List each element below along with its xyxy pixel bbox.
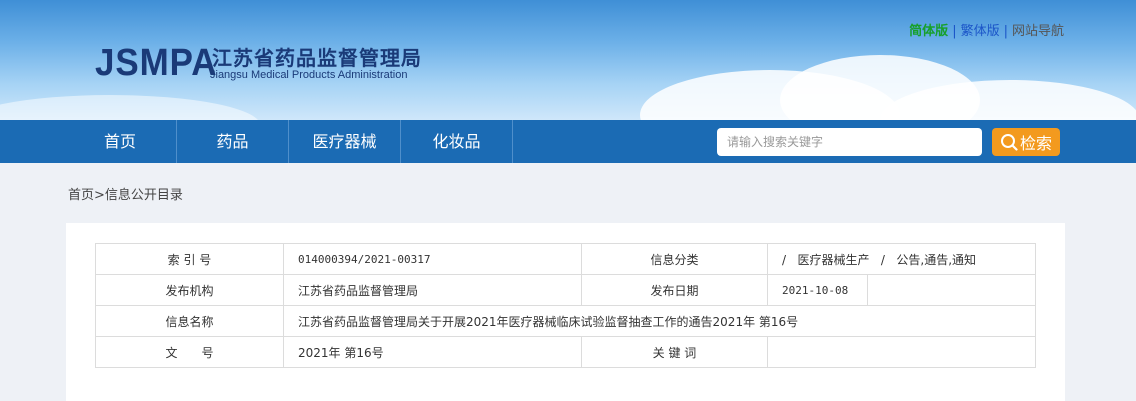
date-empty-cell (866, 274, 1037, 306)
nav-item-home[interactable]: 首页 (64, 120, 176, 163)
search-input[interactable] (717, 128, 982, 156)
info-table: 索 引 号 014000394/2021-00317 信息分类 / 医疗器械生产… (95, 243, 1037, 368)
nav-divider (512, 120, 513, 163)
index-value: 014000394/2021-00317 (283, 243, 582, 275)
category-value: / 医疗器械生产 / 公告,通告,通知 (766, 243, 1037, 275)
name-label: 信息名称 (95, 305, 284, 337)
header-banner: JSMPA 江苏省药品监督管理局 Jiangsu Medical Product… (0, 0, 1136, 120)
search-button-label: 检索 (1019, 134, 1052, 153)
table-row: 索 引 号 014000394/2021-00317 信息分类 / 医疗器械生产… (95, 243, 1037, 275)
date-value: 2021-10-08 (767, 274, 868, 306)
nav-item-medical-devices[interactable]: 医疗器械 (289, 120, 400, 163)
site-logo-title[interactable]: 江苏省药品监督管理局 (212, 42, 422, 71)
keywords-label: 关 键 词 (581, 336, 768, 368)
top-links: 简体版 | 繁体版 | 网站导航 (909, 20, 1064, 39)
publisher-value: 江苏省药品监督管理局 (283, 274, 582, 306)
keywords-value (766, 336, 1037, 368)
traditional-link[interactable]: 繁体版 (961, 20, 1000, 39)
nav-item-cosmetics[interactable]: 化妆品 (401, 120, 512, 163)
publisher-label: 发布机构 (95, 274, 284, 306)
sitemap-link[interactable]: 网站导航 (1012, 20, 1064, 39)
date-label: 发布日期 (581, 274, 768, 306)
name-value: 江苏省药品监督管理局关于开展2021年医疗器械临床试验监督抽查工作的通告2021… (282, 305, 1037, 337)
doc-number-label: 文 号 (95, 336, 284, 368)
breadcrumb[interactable]: 首页>信息公开目录 (68, 184, 183, 203)
nav-item-drugs[interactable]: 药品 (177, 120, 288, 163)
doc-number-value: 2021年 第16号 (283, 336, 582, 368)
link-separator: | (952, 24, 957, 39)
table-row: 信息名称 江苏省药品监督管理局关于开展2021年医疗器械临床试验监督抽查工作的通… (95, 305, 1037, 337)
index-label: 索 引 号 (95, 243, 284, 275)
banner-cloud (0, 95, 260, 120)
category-label: 信息分类 (581, 243, 768, 275)
table-row: 文 号 2021年 第16号 关 键 词 (95, 336, 1037, 368)
search-icon (1000, 134, 1018, 151)
search-button[interactable]: 检索 (992, 128, 1060, 156)
site-logo-abbr[interactable]: JSMPA (95, 42, 217, 85)
site-logo-subtitle: Jiangsu Medical Products Administration (210, 69, 408, 81)
simplified-link[interactable]: 简体版 (909, 20, 948, 39)
table-row: 发布机构 江苏省药品监督管理局 发布日期 2021-10-08 (95, 274, 1037, 306)
link-separator: | (1003, 24, 1008, 39)
